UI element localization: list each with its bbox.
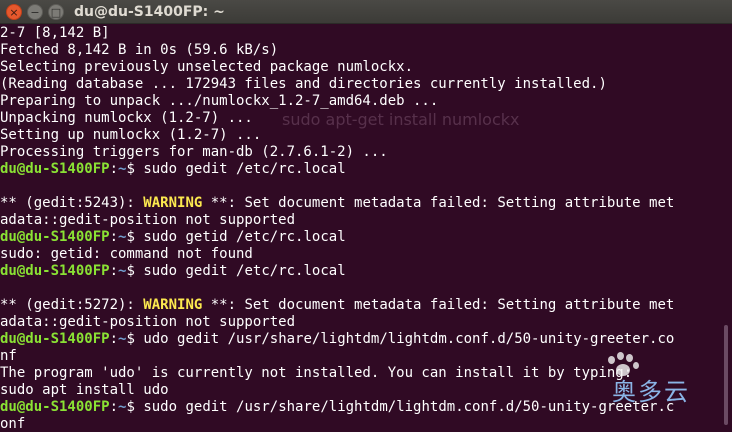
prompt-separator: : [109, 331, 119, 347]
window-title: du@du-S1400FP: ~ [74, 4, 225, 20]
prompt-user: du@du-S1400FP [0, 399, 110, 415]
maximize-icon[interactable]: □ [48, 4, 64, 20]
prompt-symbol: $ [126, 229, 135, 245]
terminal-line: du@du-S1400FP:~$ sudo getid /etc/rc.loca… [0, 229, 718, 246]
terminal-line: ** (gedit:5272): WARNING **: Set documen… [0, 297, 718, 314]
close-icon[interactable]: × [6, 4, 22, 20]
command-text: sudo getid /etc/rc.local [143, 229, 346, 245]
prompt-symbol: $ [126, 263, 135, 279]
scrollbar[interactable] [718, 25, 732, 432]
warning-prefix: ** (gedit:5272): [0, 297, 144, 313]
warning-message: **: Set document metadata failed: Settin… [202, 195, 675, 211]
prompt-separator: : [109, 229, 119, 245]
prompt-separator: : [109, 399, 119, 415]
terminal-line: Selecting previously unselected package … [0, 59, 414, 75]
terminal-line: Setting up numlockx (1.2-7) ... [0, 127, 262, 143]
prompt-user: du@du-S1400FP [0, 229, 110, 245]
prompt-user: du@du-S1400FP [0, 263, 110, 279]
prompt-user: du@du-S1400FP [0, 161, 110, 177]
scrollbar-thumb[interactable] [724, 325, 728, 425]
warning-label: WARNING [143, 297, 203, 313]
terminal-line: sudo: getid: command not found [0, 246, 253, 262]
minimize-icon[interactable]: − [27, 4, 43, 20]
command-text: udo gedit /usr/share/lightdm/lightdm.con… [143, 331, 675, 347]
prompt-symbol: $ [126, 161, 135, 177]
terminal-line: 2-7 [8,142 B] [0, 25, 110, 41]
terminal-line: du@du-S1400FP:~$ udo gedit /usr/share/li… [0, 331, 718, 348]
command-text: sudo gedit /etc/rc.local [143, 263, 346, 279]
command-text: sudo gedit /etc/rc.local [143, 161, 346, 177]
warning-message: **: Set document metadata failed: Settin… [202, 297, 675, 313]
terminal-line: Processing triggers for man-db (2.7.6.1-… [0, 144, 388, 160]
watermark: 奥多云 [612, 378, 690, 406]
prompt-symbol: $ [126, 399, 135, 415]
prompt-separator: : [109, 161, 119, 177]
terminal-line: sudo apt install udo [0, 382, 169, 398]
warning-label: WARNING [143, 195, 203, 211]
prompt-user: du@du-S1400FP [0, 331, 110, 347]
command-text: sudo gedit /usr/share/lightdm/lightdm.co… [143, 399, 675, 415]
prompt-separator: : [109, 263, 119, 279]
terminal-line: onf [0, 416, 26, 432]
terminal-line: du@du-S1400FP:~$ sudo gedit /usr/share/l… [0, 399, 718, 416]
terminal-line: adata::gedit-position not supported [0, 314, 296, 330]
title-bar[interactable]: × − □ du@du-S1400FP: ~ [0, 0, 732, 24]
terminal-line: ** (gedit:5243): WARNING **: Set documen… [0, 195, 718, 212]
prompt-symbol: $ [126, 331, 135, 347]
terminal-line: du@du-S1400FP:~$ sudo gedit /etc/rc.loca… [0, 161, 718, 178]
terminal-line: Preparing to unpack .../numlockx_1.2-7_a… [0, 93, 439, 109]
terminal-line: du@du-S1400FP:~$ sudo gedit /etc/rc.loca… [0, 263, 718, 280]
terminal-line: (Reading database ... 172943 files and d… [0, 76, 607, 92]
terminal-window: × − □ du@du-S1400FP: ~ sudo apt-get inst… [0, 0, 732, 432]
terminal-line: adata::gedit-position not supported [0, 212, 296, 228]
terminal-line: Unpacking numlockx (1.2-7) ... [0, 110, 253, 126]
terminal-line: Fetched 8,142 B in 0s (59.6 kB/s) [0, 42, 279, 58]
warning-prefix: ** (gedit:5243): [0, 195, 144, 211]
